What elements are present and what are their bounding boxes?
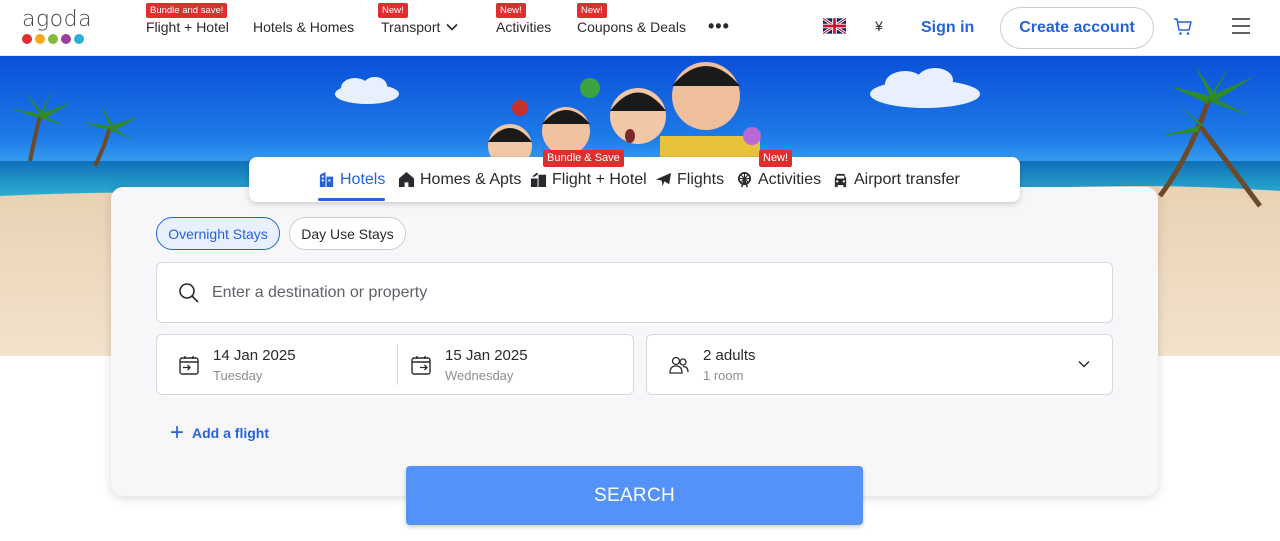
cart-icon[interactable] xyxy=(1173,17,1193,37)
destination-input[interactable] xyxy=(212,276,1092,310)
check-in-day: Tuesday xyxy=(213,368,263,383)
flight-hotel-icon xyxy=(530,172,547,188)
people-icon xyxy=(669,356,689,374)
nav-badge-coupons: New! xyxy=(577,3,607,18)
tab-airport-transfer-label: Airport transfer xyxy=(854,170,960,188)
currency-selector[interactable]: ¥ xyxy=(875,18,883,34)
sign-in-link[interactable]: Sign in xyxy=(921,19,974,37)
plus-icon: + xyxy=(170,419,185,446)
product-tabs: Hotels Homes & Apts Bundle & Save Flight… xyxy=(249,150,1020,202)
tab-activities-label: Activities xyxy=(758,170,822,188)
nav-hotels-homes[interactable]: Hotels & Homes xyxy=(253,19,354,35)
nav-activities-label: Activities xyxy=(496,19,552,35)
adults-count: 2 adults xyxy=(703,347,756,364)
chevron-down-icon xyxy=(446,23,458,31)
nav-transport[interactable]: Transport xyxy=(381,19,458,35)
tab-hotels-label: Hotels xyxy=(340,170,386,188)
uk-flag-icon[interactable] xyxy=(823,18,846,34)
destination-field[interactable] xyxy=(156,262,1113,323)
chevron-down-icon xyxy=(1078,361,1090,368)
tab-flights-label: Flights xyxy=(677,170,725,188)
nav-badge-bundle: Bundle and save! xyxy=(146,3,228,18)
nav-flight-hotel-label: Flight + Hotel xyxy=(146,19,229,35)
date-range-field: 14 Jan 2025 Tuesday 15 Jan 2025 Wednesda… xyxy=(156,334,634,395)
home-icon xyxy=(398,171,415,188)
nav-coupons-deals[interactable]: Coupons & Deals xyxy=(577,19,686,35)
overnight-stays-toggle[interactable]: Overnight Stays xyxy=(156,217,280,250)
tab-hotels[interactable]: Hotels xyxy=(318,157,386,202)
agoda-logo[interactable]: agoda xyxy=(22,9,92,44)
add-flight-link[interactable]: + Add a flight xyxy=(170,419,270,446)
add-flight-label: Add a flight xyxy=(192,425,270,441)
hotel-icon xyxy=(319,171,334,188)
check-out-date: 15 Jan 2025 xyxy=(445,347,528,364)
top-navigation: agoda Bundle and save! Flight + Hotel Ho… xyxy=(0,0,1280,56)
check-in-date: 14 Jan 2025 xyxy=(213,347,296,364)
hamburger-menu-icon[interactable] xyxy=(1231,17,1251,35)
tab-homes-apts-label: Homes & Apts xyxy=(420,170,522,188)
day-use-stays-toggle[interactable]: Day Use Stays xyxy=(289,217,406,250)
plane-icon xyxy=(655,172,672,187)
occupancy-field[interactable]: 2 adults 1 room xyxy=(646,334,1113,395)
check-out-field[interactable]: 15 Jan 2025 Wednesday xyxy=(398,335,634,394)
check-in-field[interactable]: 14 Jan 2025 Tuesday xyxy=(157,335,397,394)
car-icon xyxy=(834,173,847,188)
create-account-button[interactable]: Create account xyxy=(1000,7,1154,49)
tab-homes-apts[interactable]: Homes & Apts xyxy=(398,157,521,202)
nav-activities[interactable]: Activities xyxy=(496,19,551,35)
check-out-day: Wednesday xyxy=(445,368,514,383)
nav-badge-activities: New! xyxy=(496,3,526,18)
ferris-wheel-icon xyxy=(737,172,752,188)
nav-badge-transport: New! xyxy=(378,3,408,18)
tab-flight-hotel-label: Flight + Hotel xyxy=(552,170,647,188)
tab-airport-transfer[interactable]: Airport transfer xyxy=(832,157,960,202)
nav-hotels-homes-label: Hotels & Homes xyxy=(253,19,355,35)
tab-activities[interactable]: Activities xyxy=(736,157,821,202)
tab-flight-hotel[interactable]: Flight + Hotel xyxy=(530,157,647,202)
search-icon xyxy=(179,283,199,303)
logo-dots xyxy=(22,34,92,44)
rooms-count: 1 room xyxy=(703,368,744,383)
check-in-calendar-icon xyxy=(179,356,199,375)
more-menu-icon[interactable]: ••• xyxy=(708,17,730,35)
nav-flight-hotel[interactable]: Flight + Hotel xyxy=(146,19,229,35)
nav-coupons-deals-label: Coupons & Deals xyxy=(577,19,686,35)
search-panel: Overnight Stays Day Use Stays 14 Jan 202… xyxy=(111,187,1158,496)
logo-wordmark: agoda xyxy=(22,7,93,32)
tab-flights[interactable]: Flights xyxy=(655,157,724,202)
nav-transport-label: Transport xyxy=(381,19,441,35)
check-out-calendar-icon xyxy=(411,356,431,375)
search-button[interactable]: SEARCH xyxy=(406,466,863,525)
